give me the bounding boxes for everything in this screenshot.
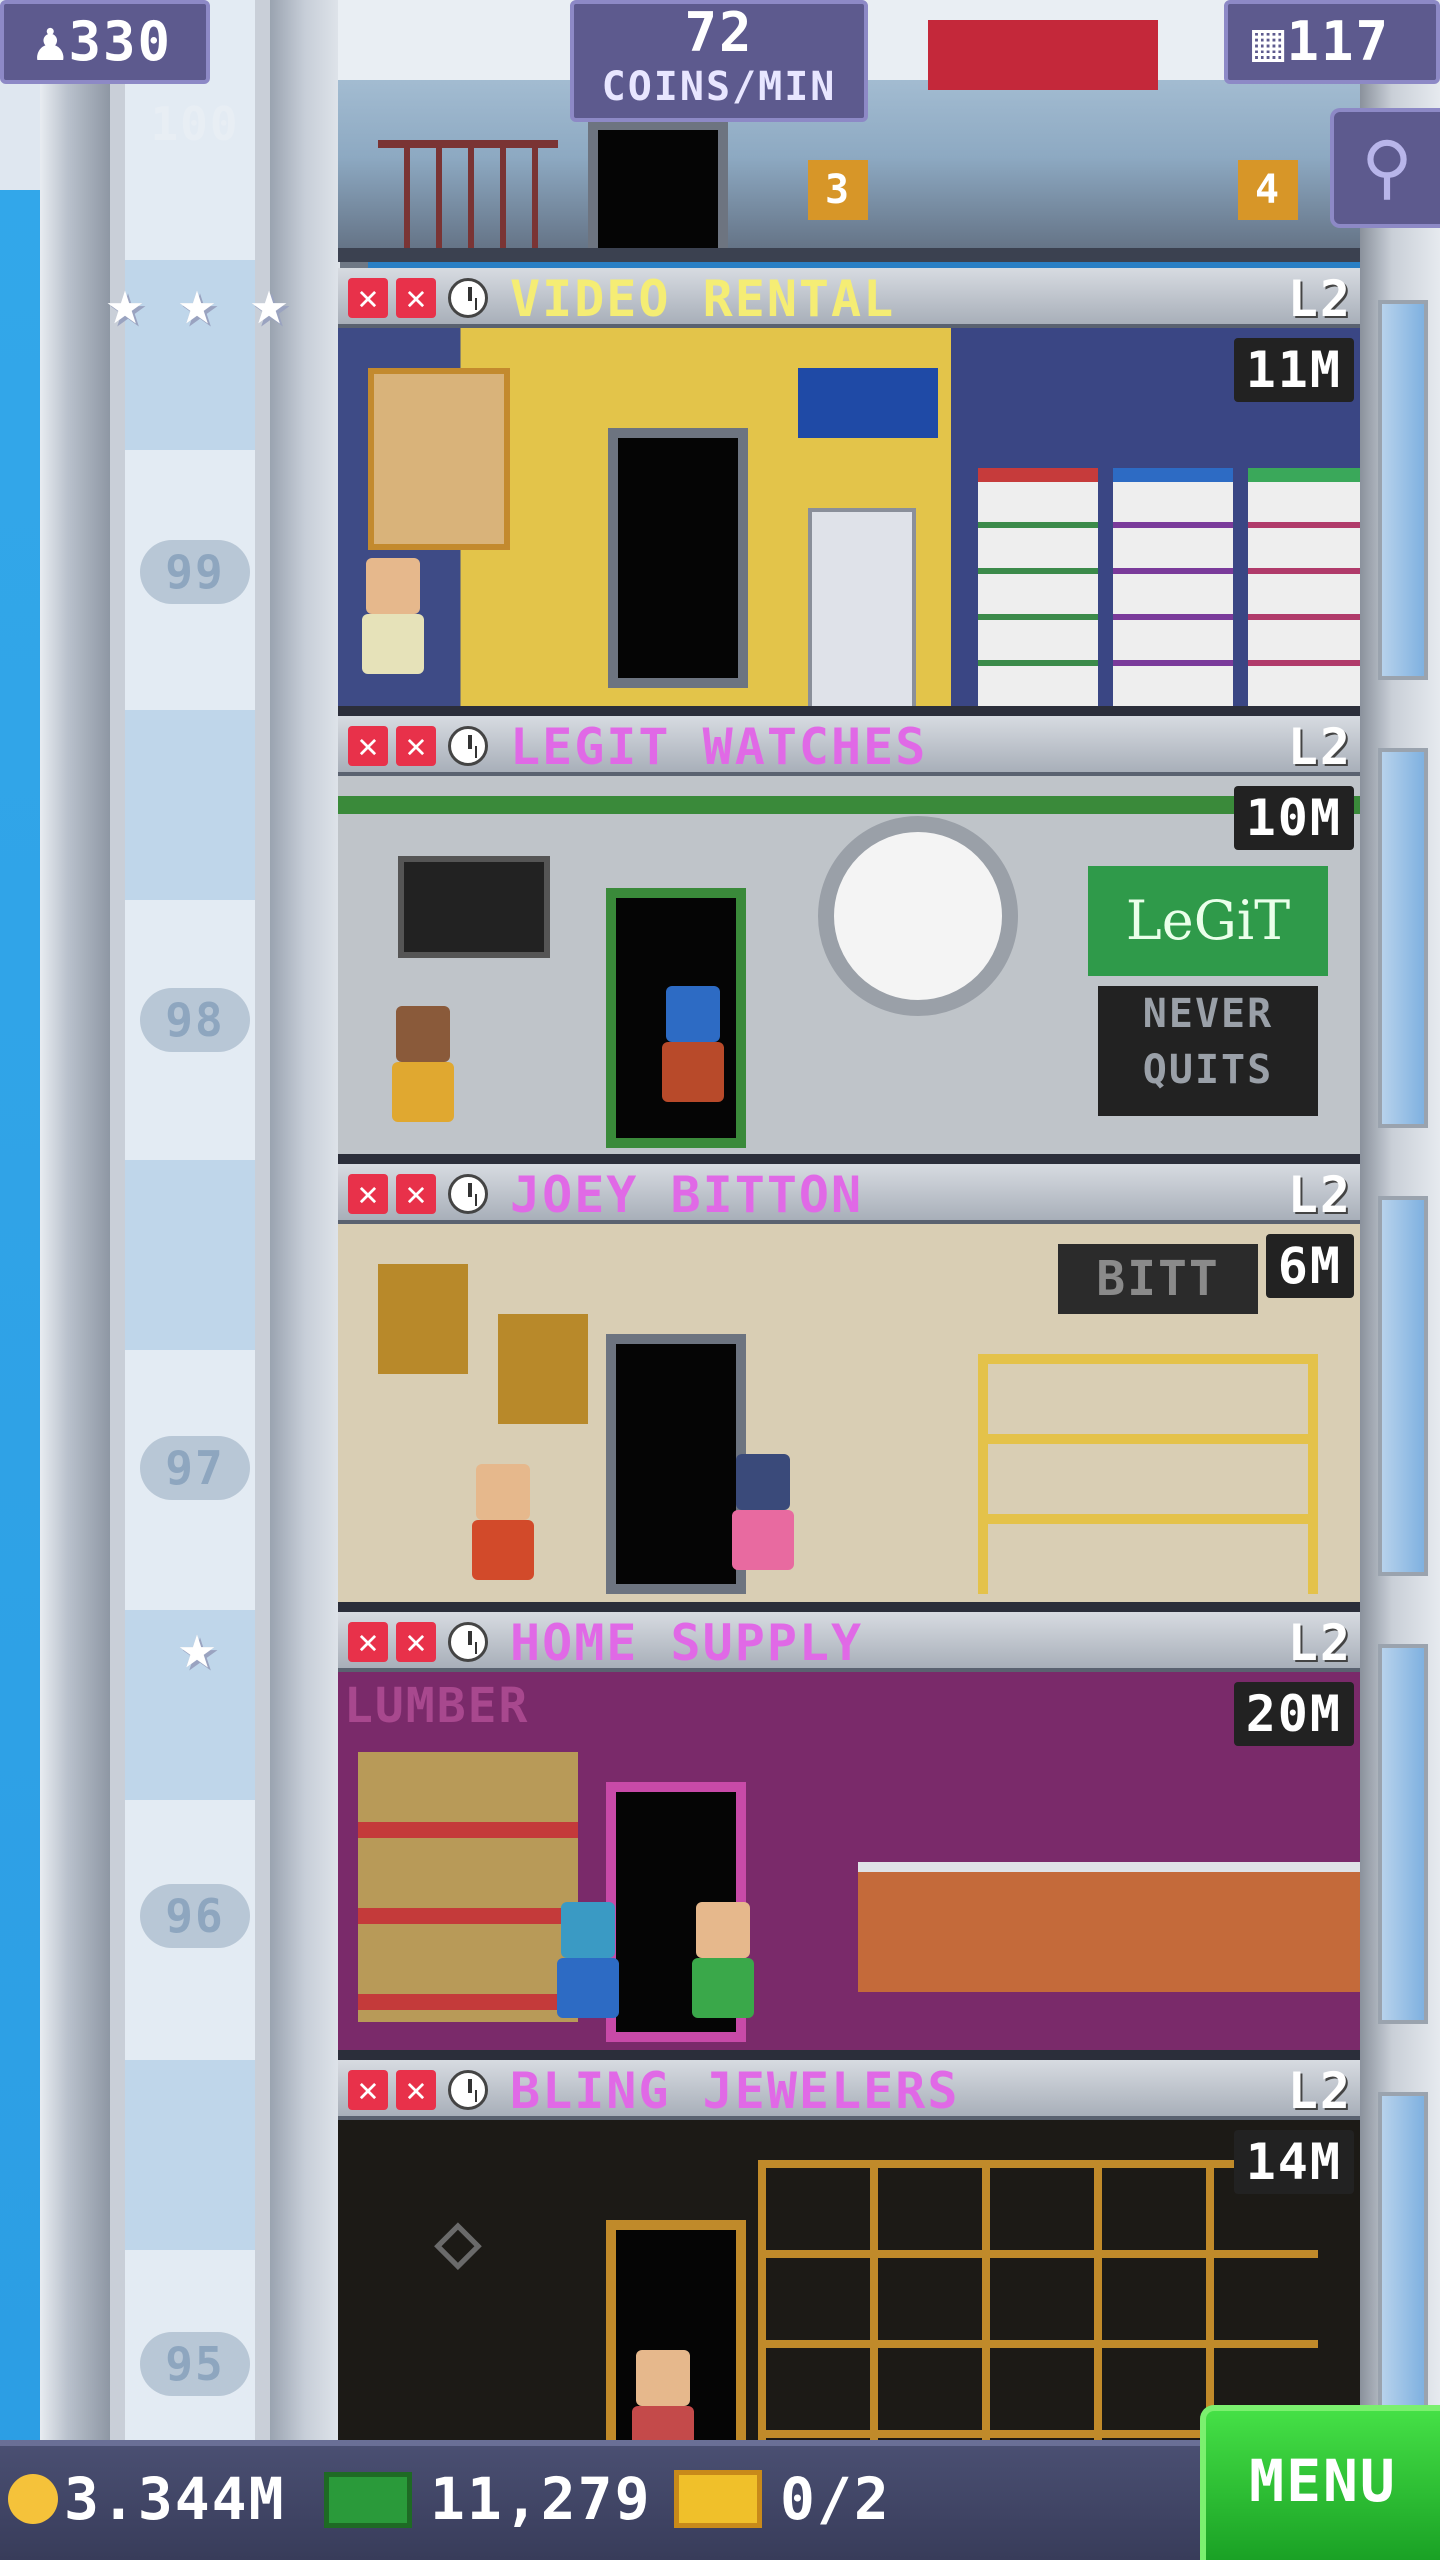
tenant-character[interactable] bbox=[358, 558, 428, 688]
store-sign: LUMBER bbox=[344, 1678, 530, 1734]
income-badge: 10M bbox=[1233, 786, 1354, 850]
close-icon: ✕ bbox=[348, 1174, 388, 1214]
population-counter[interactable]: ♟330 bbox=[0, 0, 210, 84]
floor-name: HOME SUPPLY bbox=[510, 1614, 864, 1672]
elevator-shaft[interactable] bbox=[40, 0, 368, 2440]
visitor-character[interactable] bbox=[628, 2350, 698, 2440]
floor-number: 98 bbox=[140, 988, 250, 1052]
floor-header: ✕ ✕ JOEY BITTON L2 bbox=[338, 1164, 1360, 1224]
close-icon: ✕ bbox=[348, 2070, 388, 2110]
floor-level: L2 bbox=[1287, 1166, 1352, 1224]
visitor-character[interactable] bbox=[688, 1902, 758, 2032]
room-sign: 3 bbox=[808, 160, 868, 220]
bux-icon bbox=[324, 2472, 412, 2528]
diamond-icon: ◇ bbox=[433, 2193, 483, 2286]
clock-icon bbox=[448, 1174, 488, 1214]
star-icon: ★ bbox=[249, 266, 289, 340]
menu-button[interactable]: MENU bbox=[1200, 2405, 1440, 2560]
floor-name: LEGIT WATCHES bbox=[510, 718, 928, 776]
floor-bling-jewelers[interactable]: ✕ ✕ BLING JEWELERS L2 ◇ 14M bbox=[338, 2060, 1360, 2440]
window-panel bbox=[1378, 300, 1428, 680]
close-icon: ✕ bbox=[348, 726, 388, 766]
tenant-character[interactable] bbox=[388, 1006, 458, 1136]
visitor-character[interactable] bbox=[658, 986, 728, 1116]
window-panel bbox=[1378, 1644, 1428, 2024]
star-icon: ★ bbox=[177, 1610, 217, 1684]
floor-number-top: 100 bbox=[150, 97, 240, 151]
close-icon: ✕ bbox=[396, 1174, 436, 1214]
floor-header: ✕ ✕ VIDEO RENTAL L2 bbox=[338, 268, 1360, 328]
building-icon: ▦ bbox=[1252, 10, 1287, 73]
close-icon: ✕ bbox=[348, 278, 388, 318]
room-sign: 4 bbox=[1238, 160, 1298, 220]
floor-video-rental[interactable]: ✕ ✕ VIDEO RENTAL L2 11M bbox=[338, 268, 1360, 716]
sky-background bbox=[0, 0, 40, 2440]
search-icon[interactable]: ⚲ bbox=[1330, 108, 1440, 228]
floor-number: 96 bbox=[140, 1884, 250, 1948]
floor-home-supply[interactable]: ✕ ✕ HOME SUPPLY L2 LUMBER 20M bbox=[338, 1612, 1360, 2060]
income-badge: 14M bbox=[1233, 2130, 1354, 2194]
floor-level: L2 bbox=[1287, 270, 1352, 328]
floors-counter[interactable]: ▦117 bbox=[1224, 0, 1440, 84]
window-panel bbox=[1378, 748, 1428, 1128]
close-icon: ✕ bbox=[396, 278, 436, 318]
floor-number: 95 bbox=[140, 2332, 250, 2396]
floor-level: L2 bbox=[1287, 718, 1352, 776]
clock-icon bbox=[448, 2070, 488, 2110]
legit-slogan-sign: NEVER QUITS bbox=[1098, 986, 1318, 1116]
floor-header: ✕ ✕ BLING JEWELERS L2 bbox=[338, 2060, 1360, 2120]
floor-header: ✕ ✕ LEGIT WATCHES L2 bbox=[338, 716, 1360, 776]
floor-number: 97 bbox=[140, 1436, 250, 1500]
star-icon: ★ bbox=[177, 266, 217, 340]
close-icon: ✕ bbox=[348, 1622, 388, 1662]
tickets-count[interactable]: 0/2 bbox=[780, 2464, 891, 2534]
income-badge: 6M bbox=[1265, 1234, 1354, 1298]
coins-balance[interactable]: 3.344M bbox=[64, 2464, 286, 2534]
close-icon: ✕ bbox=[396, 726, 436, 766]
coins-per-min-display[interactable]: 72 COINS/MIN bbox=[570, 0, 868, 122]
clock-icon bbox=[448, 1622, 488, 1662]
visitor-character[interactable] bbox=[553, 1902, 623, 2032]
store-sign: BITT bbox=[1058, 1244, 1258, 1314]
close-icon: ✕ bbox=[396, 2070, 436, 2110]
window-panel bbox=[1378, 1196, 1428, 1576]
floor-name: JOEY BITTON bbox=[510, 1166, 864, 1224]
visitor-character[interactable] bbox=[728, 1454, 798, 1584]
floor-joey-bitton[interactable]: ✕ ✕ JOEY BITTON L2 BITT 6M bbox=[338, 1164, 1360, 1612]
floor-level: L2 bbox=[1287, 1614, 1352, 1672]
ticket-icon bbox=[674, 2470, 762, 2528]
floor-name: VIDEO RENTAL bbox=[510, 270, 896, 328]
income-badge: 20M bbox=[1233, 1682, 1354, 1746]
close-icon: ✕ bbox=[396, 1622, 436, 1662]
star-icon: ★ bbox=[105, 266, 145, 340]
clock-icon bbox=[448, 278, 488, 318]
income-badge: 11M bbox=[1233, 338, 1354, 402]
floor-level: L2 bbox=[1287, 2062, 1352, 2120]
legit-logo-sign: LeGiT bbox=[1088, 866, 1328, 976]
clock-icon bbox=[448, 726, 488, 766]
bux-balance[interactable]: 11,279 bbox=[430, 2464, 652, 2534]
floor-name: BLING JEWELERS bbox=[510, 2062, 960, 2120]
floor-header: ✕ ✕ HOME SUPPLY L2 bbox=[338, 1612, 1360, 1672]
tenant-character[interactable] bbox=[468, 1464, 538, 1594]
population-icon: ♟ bbox=[34, 10, 69, 73]
floor-number: 99 bbox=[140, 540, 250, 604]
coin-icon bbox=[8, 2474, 58, 2524]
floor-legit-watches[interactable]: ✕ ✕ LEGIT WATCHES L2 LeGiT NEVER QUITS 10… bbox=[338, 716, 1360, 1164]
